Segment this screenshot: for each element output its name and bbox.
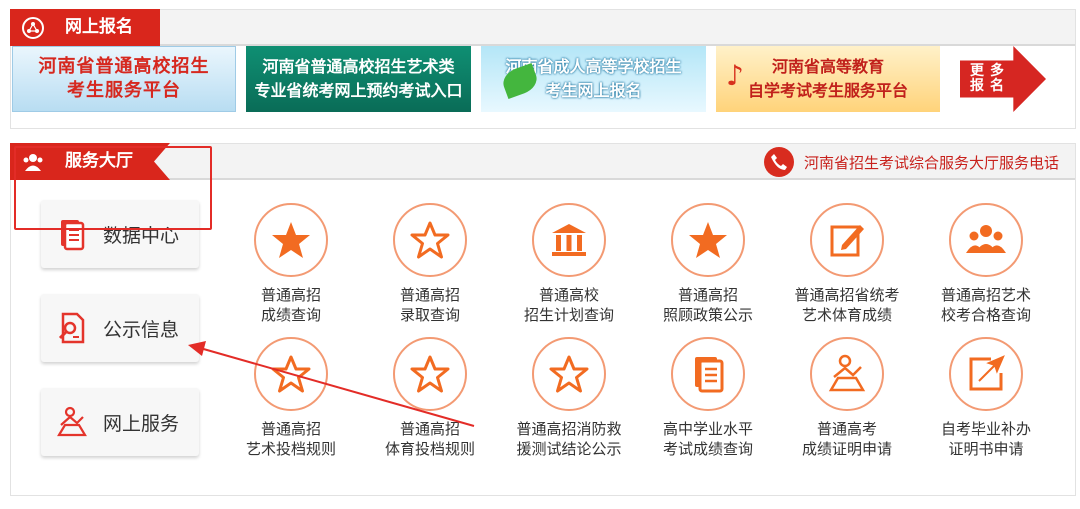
banner-4-line2: 自学考试考生服务平台: [747, 81, 908, 100]
service-item-label: 普通高招 艺术投档规则: [245, 420, 336, 458]
service-item-label: 自考毕业补办 证明书申请: [940, 420, 1031, 458]
art-exam-booking-banner[interactable]: 河南省普通高校招生艺术类 专业省统考网上预约考试入口: [246, 46, 471, 112]
service-item-label: 高中学业水平 考试成绩查询: [662, 420, 753, 458]
service-item[interactable]: 普通高招 艺术投档规则: [226, 337, 356, 459]
service-hotline[interactable]: 河南省招生考试综合服务大厅服务电话: [763, 144, 1059, 180]
self-study-exam-platform-banner[interactable]: ♪ 河南省高等教育 自学考试考生服务平台: [716, 46, 940, 112]
service-item[interactable]: 自考毕业补办 证明书申请: [921, 337, 1051, 459]
people-group-icon: [949, 203, 1023, 277]
service-item-label: 普通高考 成绩证明申请: [801, 420, 892, 458]
gaokao-service-platform-banner[interactable]: 河南省普通高校招生 考生服务平台: [12, 46, 236, 112]
service-item-label: 普通高招 照顾政策公示: [662, 286, 753, 324]
building-icon: [532, 203, 606, 277]
online-service-label: 网上服务: [103, 412, 180, 435]
export-arrow-icon: [949, 337, 1023, 411]
person-desk-icon: [810, 337, 884, 411]
star-outline-icon: [393, 203, 467, 277]
service-item-label: 普通高招省统考 艺术体育成绩: [794, 286, 900, 324]
service-item-label: 普通高招 成绩查询: [260, 286, 321, 324]
banner-4-line1: 河南省高等教育: [771, 57, 884, 76]
banner-1-line2: 考生服务平台: [67, 80, 181, 101]
star-filled-icon: [671, 203, 745, 277]
star-filled-icon: [254, 203, 328, 277]
service-item[interactable]: 普通高招消防救 援测试结论公示: [504, 337, 634, 459]
share-icon: [22, 17, 44, 39]
registration-title: 网上报名: [65, 17, 133, 37]
public-notice-button[interactable]: 公示信息: [41, 294, 199, 362]
online-service-button[interactable]: 网上服务: [41, 388, 199, 456]
service-item[interactable]: 普通高招 体育投档规则: [365, 337, 495, 459]
service-item[interactable]: 普通高招 照顾政策公示: [643, 203, 773, 325]
self-study-logo-icon: ♪: [726, 59, 744, 92]
service-item[interactable]: 高中学业水平 考试成绩查询: [643, 337, 773, 459]
edit-note-icon: [810, 203, 884, 277]
document-search-icon: [58, 312, 85, 344]
service-item-label: 普通高招 体育投档规则: [384, 420, 475, 458]
service-item-label: 普通高校 招生计划查询: [523, 286, 614, 324]
service-item[interactable]: 普通高招 成绩查询: [226, 203, 356, 325]
star-outline-icon: [532, 337, 606, 411]
service-item-label: 普通高招消防救 援测试结论公示: [516, 420, 622, 458]
service-item[interactable]: 普通高考 成绩证明申请: [782, 337, 912, 459]
star-outline-icon: [254, 337, 328, 411]
banner-3-line2: 考生网上报名: [545, 81, 642, 100]
service-item[interactable]: 普通高校 招生计划查询: [504, 203, 634, 325]
service-item[interactable]: 普通高招 录取查询: [365, 203, 495, 325]
registration-title-tag: 网上报名: [10, 9, 160, 46]
adult-college-registration-banner[interactable]: 河南省成人高等学校招生 考生网上报名: [481, 46, 706, 112]
banner-2-line1: 河南省普通高校招生艺术类: [262, 57, 455, 76]
more-registration-button[interactable]: 更多报名: [960, 46, 1046, 112]
service-item-label: 普通高招 录取查询: [399, 286, 460, 324]
banner-1-line1: 河南省普通高校招生: [38, 56, 210, 77]
hotline-label: 河南省招生考试综合服务大厅服务电话: [803, 153, 1059, 172]
star-outline-icon: [393, 337, 467, 411]
person-desk-icon: [57, 406, 87, 437]
service-item-label: 普通高招艺术 校考合格查询: [940, 286, 1031, 324]
public-notice-label: 公示信息: [103, 318, 180, 341]
annotation-highlight-box: [14, 146, 212, 230]
more-registration-label: 更多报名: [970, 63, 1010, 94]
service-item[interactable]: 普通高招省统考 艺术体育成绩: [782, 203, 912, 325]
banner-2-line2: 专业省统考网上预约考试入口: [254, 81, 463, 100]
document-stack-icon: [671, 337, 745, 411]
service-item[interactable]: 普通高招艺术 校考合格查询: [921, 203, 1051, 325]
registration-header: 网上报名: [10, 9, 1075, 46]
phone-icon: [763, 147, 794, 177]
